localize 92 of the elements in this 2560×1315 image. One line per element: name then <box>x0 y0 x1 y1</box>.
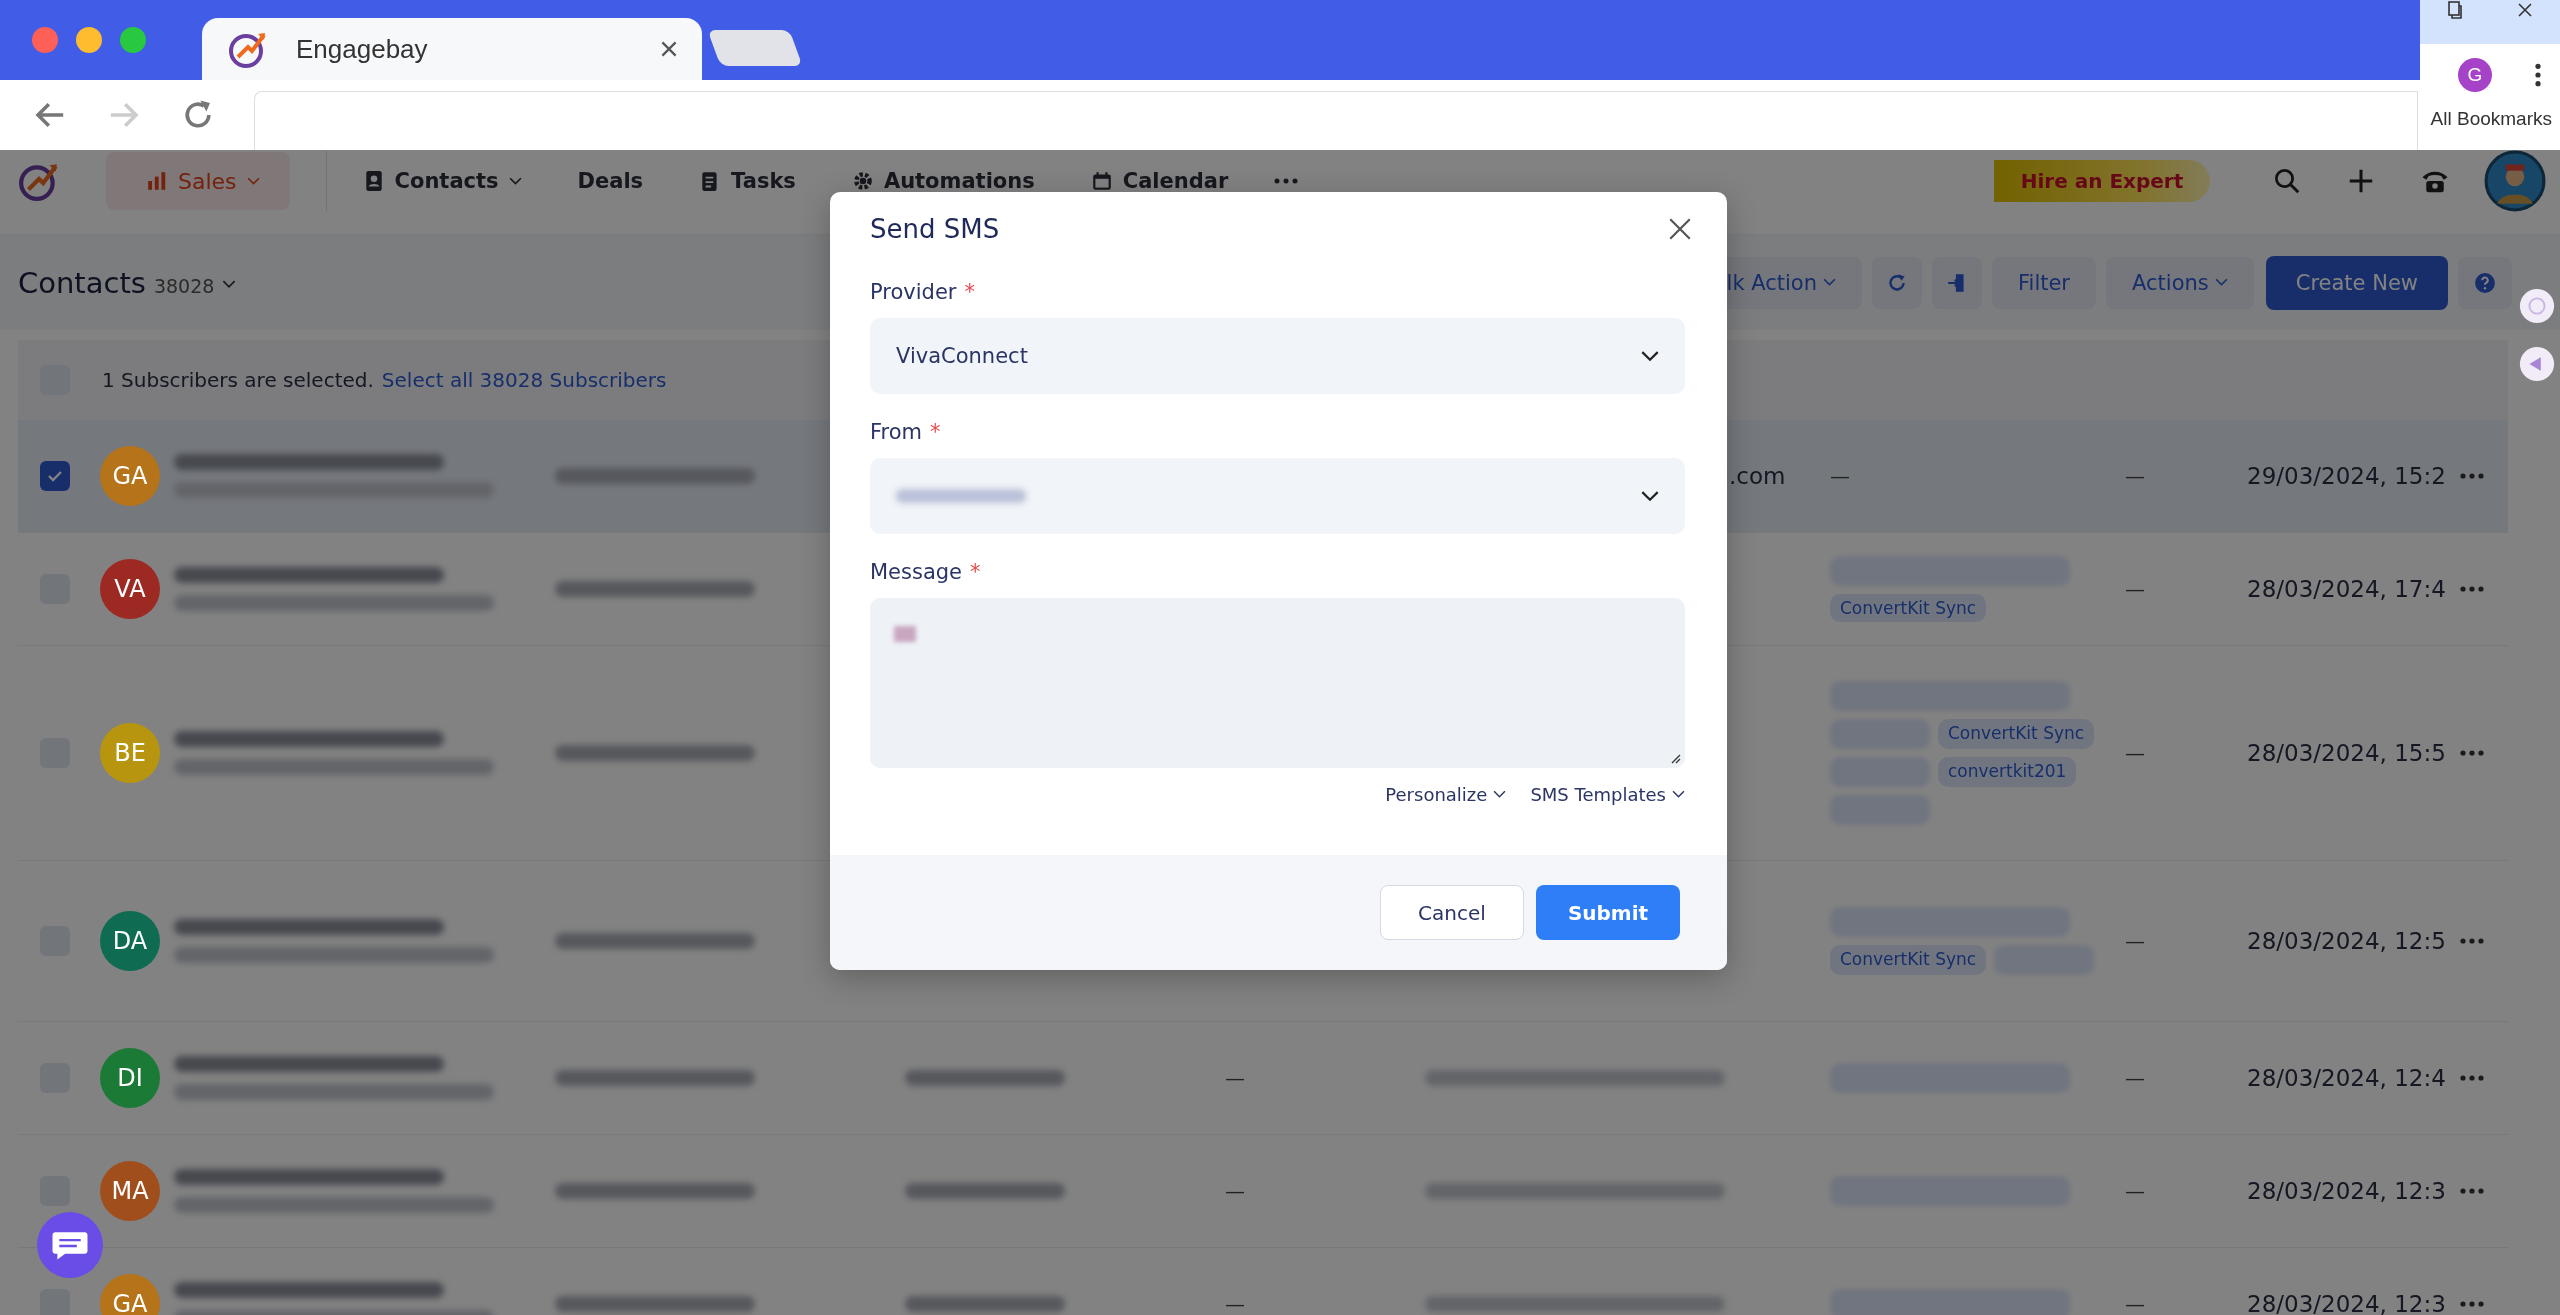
profile-avatar[interactable]: G <box>2458 58 2492 92</box>
table-cell: — <box>2125 1066 2145 1090</box>
user-avatar[interactable] <box>2484 150 2546 212</box>
avatar-initials: DI <box>100 1048 160 1108</box>
nav-link[interactable]: Contacts <box>362 169 522 193</box>
search-icon[interactable] <box>2272 166 2302 196</box>
table-cell: — <box>2125 929 2145 953</box>
date-text: 28/03/2024, 12:3 <box>2247 1291 2446 1315</box>
nav-link[interactable]: Deals <box>577 169 644 193</box>
required-mark: * <box>970 560 981 584</box>
tag: ConvertKit Sync <box>1938 719 2095 749</box>
row-checkbox[interactable] <box>40 461 70 491</box>
nav-link[interactable]: Tasks <box>699 169 796 193</box>
date-text: 28/03/2024, 12:5 <box>2247 928 2446 954</box>
contact-count[interactable]: 38028 <box>153 274 215 297</box>
table-cell: — <box>2125 464 2145 488</box>
avatar-initials: MA <box>100 1161 160 1221</box>
help-icon <box>2474 271 2496 294</box>
cancel-button[interactable]: Cancel <box>1380 885 1524 940</box>
avatar-initials: BE <box>100 723 160 783</box>
dropdown-link[interactable]: Personalize <box>1385 784 1507 805</box>
hire-expert-button[interactable]: Hire an Expert <box>1994 160 2210 202</box>
floating-widget-icon[interactable] <box>2518 287 2556 325</box>
field-label: Message <box>870 560 963 584</box>
copy-icon[interactable] <box>2445 0 2465 20</box>
tab-title: Engagebay <box>296 33 429 65</box>
gear-icon <box>851 170 874 192</box>
bar-chart-icon <box>146 170 168 192</box>
avatar-initials: VA <box>100 559 160 619</box>
chevron-icon <box>1641 490 1659 502</box>
module-switcher[interactable]: Sales <box>106 152 290 210</box>
minimize-window-icon[interactable] <box>76 27 102 53</box>
actions-button[interactable]: Actions <box>2106 256 2254 309</box>
select-all-link[interactable]: Select all 38028 Subscribers <box>381 368 667 392</box>
selection-text: 1 Subscribers are selected. <box>102 368 374 392</box>
tag: convertkit201 <box>1938 757 2077 787</box>
resize-grip-icon <box>1669 752 1681 764</box>
refresh-icon <box>1886 271 1908 294</box>
tag: ConvertKit Sync <box>1830 594 1987 622</box>
date-text: 28/03/2024, 17:4 <box>2247 576 2446 602</box>
table-cell: — <box>1830 464 1850 488</box>
chevron-icon <box>1641 350 1659 362</box>
table-cell: — <box>1225 1292 1245 1315</box>
date-text: 28/03/2024, 12:4 <box>2247 1065 2446 1091</box>
caret-icon <box>2214 278 2228 287</box>
table-cell: — <box>2125 1179 2145 1203</box>
filter-button[interactable]: Filter <box>1992 256 2096 309</box>
nav-link[interactable]: Automations <box>851 169 1035 193</box>
browser-tab[interactable]: Engagebay <box>202 18 702 80</box>
submit-button[interactable]: Submit <box>1536 885 1680 940</box>
caret-icon[interactable] <box>222 280 237 289</box>
table-cell: — <box>1225 1179 1245 1203</box>
table-cell: — <box>2125 1292 2145 1315</box>
more-icon[interactable] <box>2534 62 2542 88</box>
table-cell: — <box>1225 1066 1245 1090</box>
table-cell: — <box>2125 741 2145 765</box>
import-button[interactable] <box>1932 256 1982 309</box>
select-field[interactable]: VivaConnect <box>870 318 1685 394</box>
avatar-initials: GA <box>100 446 160 506</box>
caret-icon <box>1672 790 1685 799</box>
caret-icon <box>246 176 260 186</box>
caret-icon <box>508 176 522 186</box>
date-text: 28/03/2024, 15:5 <box>2247 740 2446 766</box>
tag: ConvertKit Sync <box>1830 945 1987 975</box>
refresh-button[interactable] <box>1872 256 1922 309</box>
date-text: 29/03/2024, 15:2 <box>2247 463 2446 489</box>
select-field[interactable] <box>870 458 1685 534</box>
caret-icon <box>1493 790 1507 799</box>
blurred-text <box>894 626 916 642</box>
bookmarks-label[interactable]: All Bookmarks <box>2430 108 2552 130</box>
date-text: 28/03/2024, 12:3 <box>2247 1178 2446 1204</box>
help-button[interactable] <box>2458 256 2512 309</box>
floating-widget-icon[interactable] <box>2518 345 2556 383</box>
maximize-window-icon[interactable] <box>120 27 146 53</box>
table-cell: — <box>2125 577 2145 601</box>
field-label: Provider <box>870 280 957 304</box>
email-text: .com <box>1729 463 1786 489</box>
page-title: Contacts <box>18 265 146 300</box>
message-field[interactable] <box>870 598 1685 768</box>
required-mark: * <box>930 420 941 444</box>
close-icon[interactable] <box>1667 216 1693 242</box>
chat-icon[interactable] <box>36 1211 104 1279</box>
calendar-icon <box>1090 170 1113 192</box>
nav-link[interactable]: Calendar <box>1090 169 1229 193</box>
create-new-button[interactable]: Create New <box>2265 255 2448 310</box>
field-label: From <box>870 420 923 444</box>
avatar-initials: GA <box>100 1274 160 1315</box>
avatar-initials: DA <box>100 911 160 971</box>
caret-icon <box>1823 278 1836 287</box>
dropdown-link[interactable]: SMS Templates <box>1530 784 1685 805</box>
required-mark: * <box>964 280 975 304</box>
dialog-title: Send SMS <box>870 214 1000 244</box>
